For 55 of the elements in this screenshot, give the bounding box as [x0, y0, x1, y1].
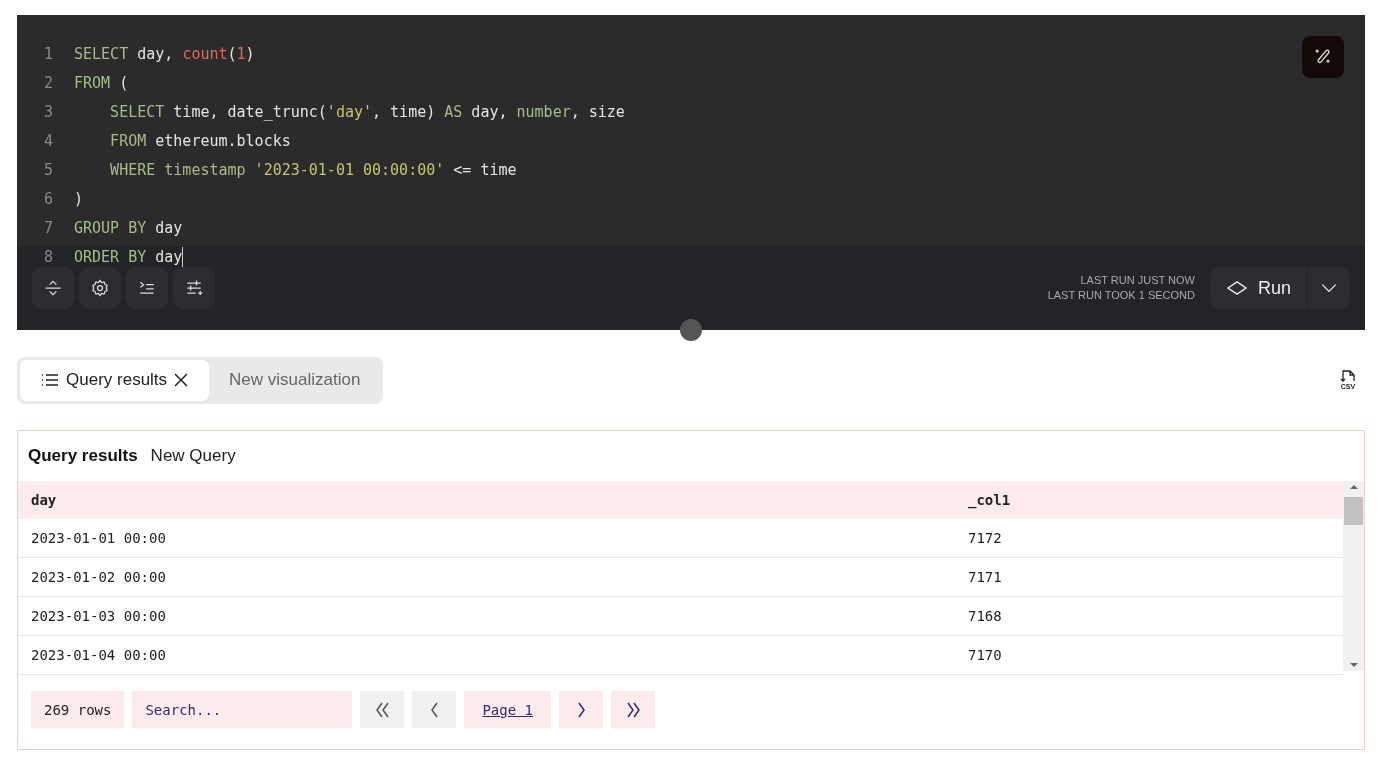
collapse-button[interactable] [32, 267, 74, 309]
run-status-text: LAST RUN JUST NOW [1080, 273, 1195, 288]
table-cell-text: 2023-01-03 00:00 [30, 608, 167, 624]
last-page-button[interactable] [611, 691, 655, 728]
line-number: 8 [42, 247, 54, 266]
code-line: SELECT time, date_trunc('day', time) AS day, number, size [109, 102, 625, 121]
list-icon [40, 372, 60, 388]
table-cell-text: 7171 [967, 569, 1002, 585]
code-line: WHERE timestamp '2023-01-01 00:00:00' <= time [109, 160, 517, 179]
code-line: ORDER BY day [74, 246, 184, 267]
chevron-icon [577, 701, 585, 718]
table-cell-text: 2023-01-02 00:00 [30, 569, 167, 585]
download-icon [1339, 369, 1357, 383]
scrollbar[interactable] [1343, 481, 1364, 671]
magic-wand-button[interactable] [1302, 36, 1344, 78]
sliders-button[interactable] [173, 267, 215, 309]
row-count: 269 rows [31, 691, 125, 728]
close-icon[interactable] [173, 372, 190, 388]
table-cell-text: 7172 [967, 530, 1002, 546]
table-cell-text: 7170 [967, 647, 1002, 663]
format-button[interactable] [126, 267, 168, 309]
chevron-icon [375, 701, 389, 718]
expand-collapse-icon [43, 278, 63, 298]
table-cell-text: 7168 [967, 608, 1002, 624]
results-title: Query results [28, 446, 138, 466]
line-number: 1 [42, 44, 54, 63]
chevron-icon [430, 701, 438, 718]
line-number: 4 [42, 131, 54, 150]
table-cell-text: 2023-01-04 00:00 [30, 647, 167, 663]
line-number: 2 [42, 73, 54, 92]
sliders-plus-icon [184, 278, 204, 298]
line-number: 7 [42, 218, 54, 237]
line-number: 3 [42, 102, 54, 121]
page-link[interactable]: Page 1 [464, 691, 551, 728]
chevron-icon [626, 701, 640, 718]
tab[interactable]: New visualization [209, 359, 381, 401]
column-header: day [30, 492, 58, 508]
tab[interactable]: Query results [20, 359, 210, 401]
column-header: _col1 [967, 492, 1011, 508]
code-line: SELECT day, count(1) [74, 44, 255, 63]
settings-button[interactable] [79, 267, 121, 309]
query-name: New Query [150, 446, 236, 466]
code-line: FROM ethereum.blocks [109, 131, 291, 150]
resize-handle[interactable] [680, 319, 702, 341]
diamond-icon [1225, 280, 1248, 296]
run-status-text: LAST RUN TOOK 1 SECOND [1047, 288, 1195, 303]
search-field[interactable]: Search... [132, 691, 353, 728]
settings-icon [90, 278, 110, 298]
code-line: ) [74, 189, 84, 208]
table-cell-text: 2023-01-01 00:00 [30, 530, 167, 546]
code-line: FROM ( [74, 73, 129, 92]
code-line: GROUP BY day [74, 218, 183, 237]
line-number: 6 [42, 189, 54, 208]
scrollbar-thumb[interactable] [1344, 497, 1363, 525]
line-number: 5 [42, 160, 54, 179]
